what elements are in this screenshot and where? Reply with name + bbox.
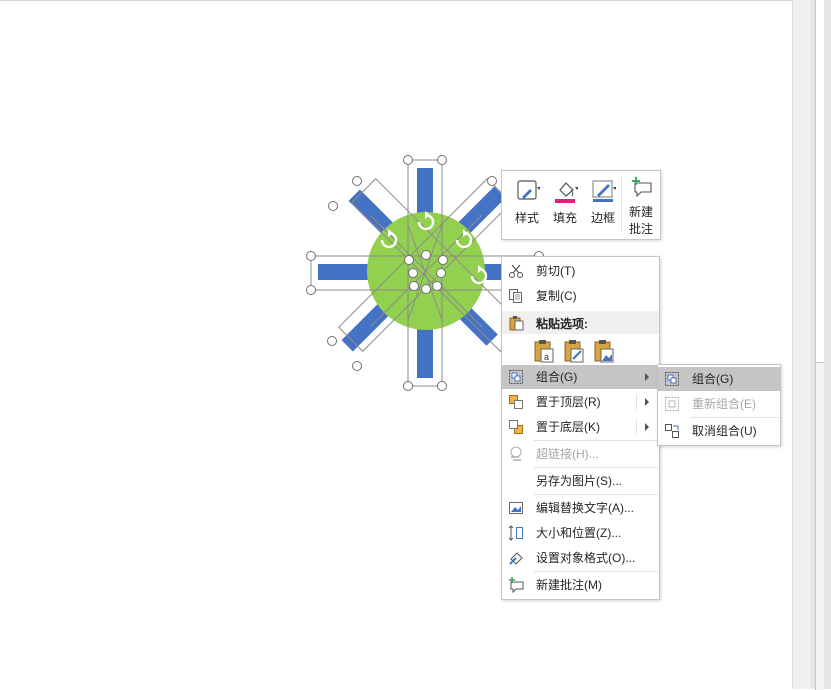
svg-text:a: a xyxy=(544,352,549,362)
menu-item-format-object[interactable]: 设置对象格式(O)... xyxy=(502,546,659,570)
border-button[interactable]: 边框 xyxy=(584,175,622,233)
bar-left xyxy=(318,264,372,280)
submenu-item-regroup: 重新组合(E) xyxy=(658,392,780,416)
menu-separator xyxy=(534,571,658,572)
clipboard-icon xyxy=(509,316,524,331)
menu-item-size-position[interactable]: 大小和位置(Z)... xyxy=(502,521,659,545)
mini-toolbar: 样式 填充 边框 新建 批注 xyxy=(501,170,661,240)
link-icon xyxy=(510,446,522,461)
scroll-track[interactable] xyxy=(792,0,811,689)
new-comment-icon xyxy=(509,577,524,593)
group-icon xyxy=(509,370,523,384)
size-position-icon xyxy=(508,525,523,541)
format-shape-icon xyxy=(509,552,523,565)
menu-item-bring-to-front[interactable]: 置于顶层(R) xyxy=(502,390,659,414)
submenu-item-ungroup[interactable]: 取消组合(U) xyxy=(658,419,780,443)
menu-item-hyperlink: 超链接(H)... xyxy=(502,442,659,466)
menu-separator xyxy=(534,467,658,468)
copy-icon xyxy=(509,289,522,303)
paste-keep-text-icon[interactable]: a xyxy=(533,339,555,363)
regroup-icon xyxy=(665,397,679,411)
menu-item-copy[interactable]: 复制(C) xyxy=(502,284,659,308)
submenu-arrow-icon xyxy=(645,423,649,431)
paste-destination-theme-icon[interactable] xyxy=(563,339,585,363)
menu-item-save-as-picture[interactable]: 另存为图片(S)... xyxy=(502,469,659,493)
menu-separator xyxy=(690,417,779,418)
send-to-back-icon xyxy=(509,420,523,434)
paste-options-header: 粘贴选项: xyxy=(502,311,659,334)
scroll-lower-region[interactable] xyxy=(815,362,824,690)
group-icon xyxy=(665,372,679,386)
menu-separator xyxy=(534,494,658,495)
paste-picture-icon[interactable] xyxy=(593,339,615,363)
new-comment-icon xyxy=(632,177,652,198)
slide-canvas[interactable] xyxy=(0,0,792,689)
new-comment-button[interactable]: 新建 批注 xyxy=(622,175,660,236)
new-comment-line1: 新建 xyxy=(628,205,653,219)
alt-text-icon xyxy=(509,502,523,514)
menu-item-cut[interactable]: 剪切(T) xyxy=(502,259,659,283)
group-submenu: 组合(G) 重新组合(E) 取消组合(U) xyxy=(657,364,781,446)
vertical-scrollbar[interactable] xyxy=(792,0,831,690)
submenu-arrow-icon xyxy=(645,398,649,406)
style-icon xyxy=(517,180,540,200)
menu-item-send-to-back[interactable]: 置于底层(K) xyxy=(502,415,659,439)
menu-item-edit-alt-text[interactable]: 编辑替换文字(A)... xyxy=(502,496,659,520)
ungroup-icon xyxy=(665,424,679,438)
menu-item-new-comment[interactable]: 新建批注(M) xyxy=(502,573,659,597)
menu-item-group[interactable]: 组合(G) xyxy=(502,365,659,389)
context-menu: 剪切(T) 复制(C) 粘贴选项: a 组合(G) 置于顶层(R) 置于底层(K… xyxy=(501,256,660,600)
paint-bucket-icon xyxy=(555,182,578,203)
scissors-icon xyxy=(509,264,523,278)
submenu-arrow-icon xyxy=(645,373,649,381)
fill-button[interactable]: 填充 xyxy=(546,175,584,233)
menu-separator xyxy=(534,440,658,441)
submenu-item-group[interactable]: 组合(G) xyxy=(658,367,780,391)
style-button[interactable]: 样式 xyxy=(508,175,546,233)
bring-to-front-icon xyxy=(509,395,523,409)
new-comment-line2: 批注 xyxy=(628,222,653,236)
pen-outline-icon xyxy=(592,180,616,202)
